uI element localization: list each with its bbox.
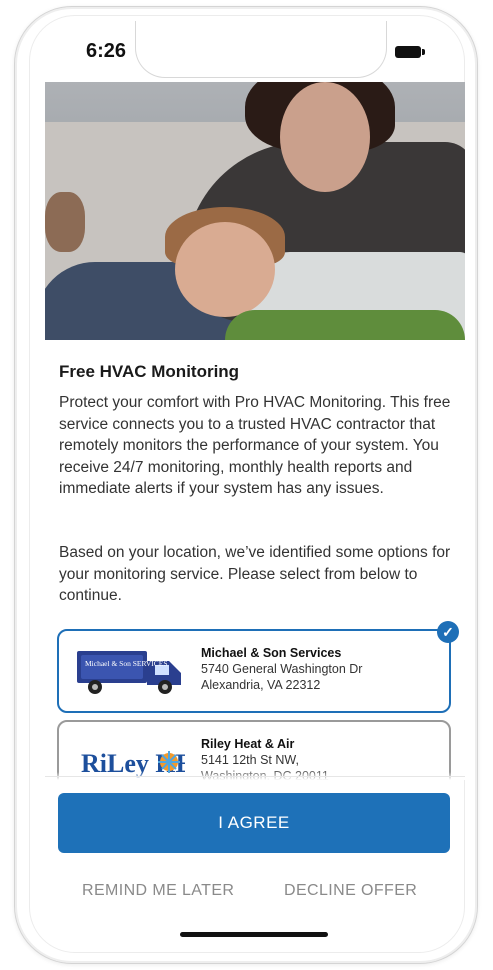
option-details: Michael & Son Services 5740 General Wash… <box>201 645 362 693</box>
description-text: Protect your comfort with Pro HVAC Monit… <box>59 394 451 497</box>
truck-logo-text: Michael & Son SERVICES <box>85 659 168 668</box>
headline: Free HVAC Monitoring <box>59 362 240 381</box>
hero-photo <box>45 82 465 340</box>
plush-toy-shape <box>225 310 465 340</box>
truck-logo: Michael & Son SERVICES <box>77 651 181 694</box>
offer-screen: Free HVAC Monitoring Protect your comfor… <box>45 82 465 780</box>
option-title: Michael & Son Services <box>201 646 342 660</box>
teddy-bear-shape <box>45 192 85 252</box>
location-note-text: Based on your location, we’ve identified… <box>59 544 451 604</box>
option-title: Riley Heat & Air <box>201 737 295 751</box>
remind-later-button[interactable]: REMIND ME LATER <box>82 882 234 900</box>
notch <box>135 21 387 78</box>
decline-offer-button[interactable]: DECLINE OFFER <box>284 882 417 900</box>
option-card-michael-son[interactable]: ✓ Michael & Son SERVICES Michael & Son S… <box>57 621 459 713</box>
option-address-line2: Alexandria, VA 22312 <box>201 678 321 692</box>
agree-button[interactable]: I AGREE <box>58 793 450 853</box>
option-address-line1: 5740 General Washington Dr <box>201 662 363 676</box>
home-indicator[interactable] <box>180 932 328 937</box>
battery-icon <box>395 46 425 58</box>
bottom-divider <box>45 776 465 777</box>
mother-head-shape <box>280 82 370 192</box>
option-card-riley[interactable]: RiLey HEAT & AIR Riley Heat & Air 5141 1… <box>57 720 451 780</box>
check-icon: ✓ <box>437 621 459 643</box>
status-time: 6:26 <box>86 40 127 62</box>
child-head-shape <box>175 222 275 317</box>
option-address-line1: 5141 12th St NW, <box>201 753 299 767</box>
